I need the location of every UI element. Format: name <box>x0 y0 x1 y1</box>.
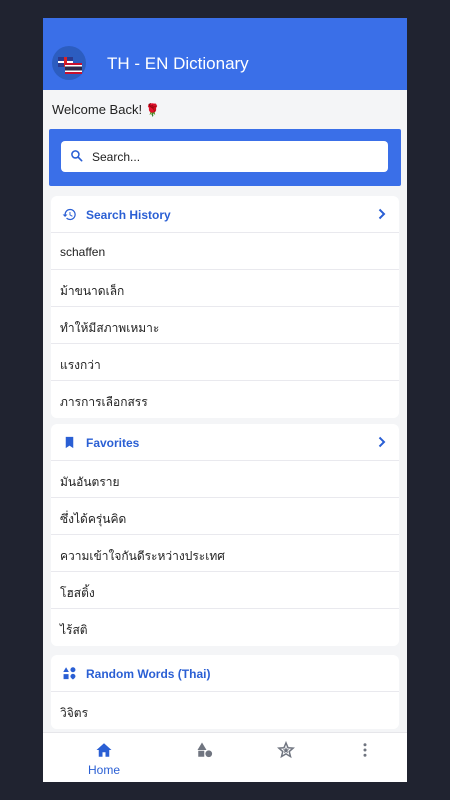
history-item-text: ทำให้มีสภาพเหมาะ <box>60 321 160 335</box>
chevron-right-icon[interactable] <box>377 208 387 220</box>
random-words-title: Random Words (Thai) <box>86 667 211 681</box>
nav-favorites[interactable] <box>256 733 316 782</box>
favorite-item[interactable]: ไร้สติ <box>51 609 399 646</box>
search-history-card: Search History schaffen ม้าขนาดเล็ก ทำให… <box>51 196 399 418</box>
favorite-item[interactable]: มันอันตราย <box>51 461 399 498</box>
star-icon <box>277 741 295 759</box>
favorites-header[interactable]: Favorites <box>51 424 399 461</box>
nav-home-label: Home <box>87 763 120 777</box>
home-icon <box>96 743 112 757</box>
history-icon <box>62 208 76 221</box>
rose-icon: 🌹 <box>145 103 161 117</box>
history-item[interactable]: ม้าขนาดเล็ก <box>51 270 399 307</box>
random-words-card: Random Words (Thai) วิจิตร <box>51 655 399 729</box>
app-bar: TH - EN Dictionary <box>43 18 407 90</box>
history-item[interactable]: ทำให้มีสภาพเหมาะ <box>51 307 399 344</box>
history-item[interactable]: ภารการเลือกสรร <box>51 381 399 418</box>
history-item-text: ภารการเลือกสรร <box>60 395 148 409</box>
nav-categories[interactable] <box>175 733 235 782</box>
thai-flag-icon <box>65 63 82 74</box>
history-item[interactable]: แรงกว่า <box>51 344 399 381</box>
search-panel <box>49 129 401 186</box>
favorite-item[interactable]: ความเข้าใจกันดีระหว่างประเทศ <box>51 535 399 572</box>
history-item[interactable]: schaffen <box>51 233 399 270</box>
favorite-item[interactable]: ซึ่งได้ครุ่นคิด <box>51 498 399 535</box>
search-history-header[interactable]: Search History <box>51 196 399 233</box>
random-words-header[interactable]: Random Words (Thai) <box>51 655 399 692</box>
favorites-title: Favorites <box>86 436 140 450</box>
search-icon <box>71 150 83 162</box>
history-item-text: แรงกว่า <box>60 358 101 372</box>
search-input[interactable] <box>92 146 377 167</box>
welcome-text: Welcome Back! <box>52 102 143 117</box>
chevron-right-icon[interactable] <box>377 436 387 448</box>
favorite-item-text: ซึ่งได้ครุ่นคิด <box>60 512 127 526</box>
shapes-icon <box>63 667 76 680</box>
shapes-icon <box>197 742 213 758</box>
app-logo <box>52 46 86 80</box>
more-vertical-icon <box>363 743 367 757</box>
nav-more[interactable] <box>335 733 395 782</box>
welcome-message: Welcome Back! 🌹 <box>52 102 160 117</box>
history-item-text: ม้าขนาดเล็ก <box>60 284 125 298</box>
search-history-title: Search History <box>86 208 171 222</box>
favorite-item[interactable]: โฮสติ้ง <box>51 572 399 609</box>
favorite-item-text: มันอันตราย <box>60 475 120 489</box>
favorite-item-text: ความเข้าใจกันดีระหว่างประเทศ <box>60 549 225 563</box>
history-item-text: schaffen <box>60 245 106 259</box>
random-word-item[interactable]: วิจิตร <box>51 692 399 729</box>
random-word-text: วิจิตร <box>60 706 89 720</box>
search-box[interactable] <box>61 141 388 172</box>
favorites-card: Favorites มันอันตราย ซึ่งได้ครุ่นคิด ควา… <box>51 424 399 646</box>
phone-screen: TH - EN Dictionary Welcome Back! 🌹 Search… <box>43 18 407 782</box>
bottom-navigation: Home <box>43 732 407 782</box>
favorite-item-text: ไร้สติ <box>60 623 88 637</box>
nav-home[interactable]: Home <box>74 733 134 782</box>
app-title: TH - EN Dictionary <box>107 54 249 73</box>
bookmark-icon <box>65 436 74 449</box>
favorite-item-text: โฮสติ้ง <box>60 586 95 600</box>
